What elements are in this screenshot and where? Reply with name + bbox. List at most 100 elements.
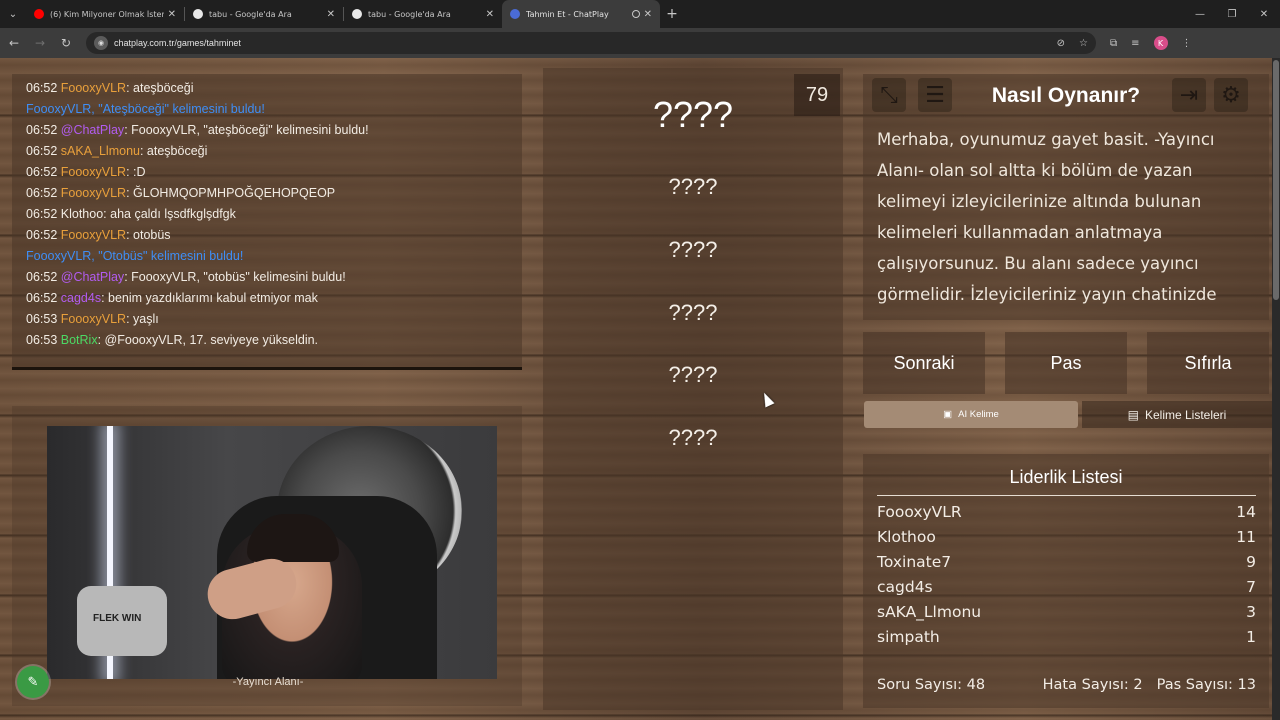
leaderboard-row: Toxinate7 9 [877,553,1256,571]
leaderboard-row: sAKA_Llmonu 3 [877,603,1256,621]
chat-message: 06:52 FoooxyVLR: ĞLOHMQOPMHPOĞQEHOPQEOP [26,183,522,204]
player-score: 1 [1246,628,1256,646]
chat-message: 06:52 sAKA_Llmonu: ateşböceği [26,141,522,162]
taboo-word: ???? [668,362,718,387]
chat-message: 06:53 BotRix: @FoooxyVLR, 17. seviyeye y… [26,330,522,351]
menu-kebab-icon[interactable]: ⋮ [1182,38,1192,49]
address-bar[interactable]: ◉ chatplay.com.tr/games/tahminet ⊘ ☆ [86,32,1096,54]
chat-message: 06:52 Klothoo: aha çaldı lşsdfkglşdfgk [26,204,522,225]
new-tab-button[interactable]: + [660,6,684,22]
chat-system-message: FoooxyVLR, "Ateşböceği" kelimesini buldu… [26,99,522,120]
chat-text: : FoooxyVLR, "otobüs" kelimesini buldu! [124,270,346,284]
chat-message: 06:52 FoooxyVLR: ateşböceği [26,78,522,99]
word-lists-button[interactable]: ▤ Kelime Listeleri [1082,401,1272,428]
forward-icon[interactable]: → [28,36,52,50]
browser-tab-1[interactable]: (6) Kim Milyoner Olmak İster? T ✕ [26,0,184,28]
chat-message: 06:52 FoooxyVLR: otobüs [26,225,522,246]
profile-avatar[interactable]: K [1153,36,1168,50]
chat-time: 06:52 [26,81,58,95]
chat-username[interactable]: FoooxyVLR [61,228,126,242]
tab-title: tabu - Google'da Ara [209,9,292,19]
omnibox-icons: ⊘ ☆ [1057,38,1088,49]
chat-username[interactable]: FoooxyVLR [61,312,126,326]
chat-text: : ateşböceği [139,144,208,158]
browser-tab-2[interactable]: tabu - Google'da Ara ✕ [185,0,343,28]
how-to-play-text: Merhaba, oyunumuz gayet basit. -Yayıncı … [877,130,1217,318]
chat-username[interactable]: FoooxyVLR [61,81,126,95]
chat-text: : benim yazdıklarımı kabul etmiyor mak [101,291,318,305]
system-text: FoooxyVLR, "Otobüs" kelimesini buldu! [26,249,244,263]
player-score: 3 [1246,603,1256,621]
chatplay-icon [510,9,520,19]
tab-search-icon[interactable]: ⌄ [0,0,26,28]
chat-text: : :D [126,165,146,179]
leaderboard-divider [877,495,1256,496]
browser-toolbar: ← → ↻ ◉ chatplay.com.tr/games/tahminet ⊘… [0,28,1280,58]
media-icon[interactable]: ≡ [1131,38,1139,49]
reload-icon[interactable]: ↻ [54,36,78,50]
pin-tool-button[interactable]: ✎ [17,666,49,698]
chat-username[interactable]: BotRix [61,333,98,347]
pass-button[interactable]: Pas [1005,332,1127,394]
timer-counter: 79 [794,74,840,116]
page-scrollbar[interactable] [1272,58,1280,720]
leaderboard-row: FoooxyVLR 14 [877,503,1256,521]
scrollbar-thumb[interactable] [1273,60,1279,300]
tab-title: Tahmin Et - ChatPlay [526,9,609,19]
chat-time: 06:52 [26,165,58,179]
taboo-word: ???? [668,174,718,199]
browser-tab-4-active[interactable]: Tahmin Et - ChatPlay ✕ [502,0,660,28]
chat-username[interactable]: FoooxyVLR [61,186,126,200]
youtube-icon [34,9,44,19]
player-name: sAKA_Llmonu [877,603,982,621]
how-right-icons: ⇥ ⚙ [1172,78,1248,112]
chat-username[interactable]: @ChatPlay [61,123,124,137]
chat-system-message: FoooxyVLR, "Otobüs" kelimesini buldu! [26,246,522,267]
recording-icon [631,10,640,18]
exit-icon[interactable]: ⇥ [1172,78,1206,112]
word-panel [543,68,843,710]
player-name: FoooxyVLR [877,503,962,521]
chat-message: 06:52 cagd4s: benim yazdıklarımı kabul e… [26,288,522,309]
extensions-icon[interactable]: ⧉ [1110,38,1117,49]
chat-username[interactable]: @ChatPlay [61,270,124,284]
chat-username[interactable]: cagd4s [61,291,101,305]
back-icon[interactable]: ← [2,36,26,50]
chat-time: 06:52 [26,186,58,200]
taboo-word: ???? [668,300,718,325]
ai-word-button[interactable]: ▣ AI Kelime [864,401,1078,428]
chat-username[interactable]: sAKA_Llmonu [61,144,140,158]
player-name: simpath [877,628,940,646]
minimize-icon[interactable]: — [1184,9,1216,20]
chat-time: 06:52 [26,207,58,221]
leaderboard-title: Liderlik Listesi [1009,467,1123,487]
url-text: chatplay.com.tr/games/tahminet [114,38,241,48]
close-window-icon[interactable]: ✕ [1248,9,1280,20]
document-icon[interactable]: ☰ [918,78,952,112]
browser-tab-bar: ⌄ (6) Kim Milyoner Olmak İster? T ✕ tabu… [0,0,1280,28]
gear-icon[interactable]: ⚙ [1214,78,1248,112]
how-left-icons: ⤡ ☰ [872,78,952,112]
google-icon [352,9,362,19]
close-tab-icon[interactable]: ✕ [644,9,652,20]
stats-bar: Soru Sayısı: 48 Hata Sayısı: 2 Pas Sayıs… [877,677,1256,693]
close-tab-icon[interactable]: ✕ [327,9,335,20]
site-info-icon[interactable]: ◉ [94,36,108,50]
next-button[interactable]: Sonraki [863,332,985,394]
close-tab-icon[interactable]: ✕ [486,9,494,20]
chat-username[interactable]: FoooxyVLR [61,165,126,179]
browser-tab-3[interactable]: tabu - Google'da Ara ✕ [344,0,502,28]
pass-count: Pas Sayısı: 13 [1156,677,1256,693]
bookmark-star-icon[interactable]: ☆ [1079,38,1088,49]
eye-off-icon[interactable]: ⊘ [1057,38,1065,49]
chat-username[interactable]: Klothoo [61,207,103,221]
restore-icon[interactable]: ❐ [1216,9,1248,20]
close-tab-icon[interactable]: ✕ [168,9,176,20]
chat-text: : aha çaldı lşsdfkglşdfgk [103,207,236,221]
chat-time: 06:52 [26,123,58,137]
question-count: Soru Sayısı: 48 [877,677,986,693]
shrink-icon[interactable]: ⤡ [872,78,906,112]
player-score: 9 [1246,553,1256,571]
reset-button[interactable]: Sıfırla [1147,332,1269,394]
toolbar-actions: ⧉ ≡ K ⋮ [1110,36,1192,50]
